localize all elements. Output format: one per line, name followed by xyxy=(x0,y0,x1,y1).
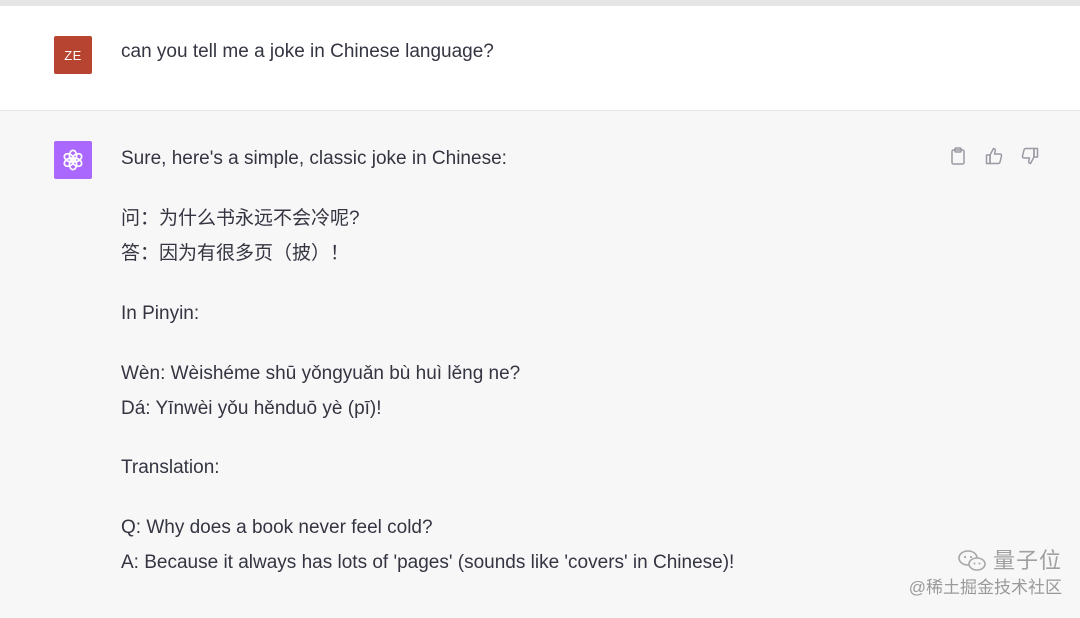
message-line: Dá: Yīnwèi yǒu hěnduō yè (pī)! xyxy=(121,398,382,419)
message-line: A: Because it always has lots of 'pages'… xyxy=(121,552,735,573)
message-line: Wèn: Wèishéme shū yǒngyuǎn bù huì lěng n… xyxy=(121,363,521,384)
message-line: Q: Why does a book never feel cold? xyxy=(121,517,433,538)
thumbs-down-button[interactable] xyxy=(1018,144,1042,168)
watermark-brand-text: 量子位 xyxy=(992,548,1062,573)
assistant-message-row: Sure, here's a simple, classic joke in C… xyxy=(0,111,1080,618)
message-line: 答：因为有很多页（披）！ xyxy=(121,243,350,264)
openai-logo-icon xyxy=(63,149,83,171)
copy-button[interactable] xyxy=(946,144,970,168)
message-line: Sure, here's a simple, classic joke in C… xyxy=(121,148,507,169)
clipboard-icon xyxy=(951,147,965,165)
assistant-avatar xyxy=(54,141,92,179)
watermark: 量子位 @稀土掘金技术社区 xyxy=(909,549,1062,599)
watermark-brand: 量子位 xyxy=(909,549,1062,573)
wechat-icon xyxy=(958,550,986,571)
thumbs-up-icon xyxy=(985,147,1003,165)
message-line: In Pinyin: xyxy=(121,303,200,324)
message-line: 问：为什么书永远不会冷呢? xyxy=(121,208,360,229)
message-actions xyxy=(946,144,1042,168)
user-avatar: ZE xyxy=(54,36,92,74)
thumbs-down-icon xyxy=(1021,147,1039,165)
user-message-row: ZE can you tell me a joke in Chinese lan… xyxy=(0,6,1080,111)
user-message-text: can you tell me a joke in Chinese langua… xyxy=(121,41,494,62)
thumbs-up-button[interactable] xyxy=(982,144,1006,168)
message-line: Translation: xyxy=(121,457,220,478)
watermark-sub-text: @稀土掘金技术社区 xyxy=(908,578,1062,597)
